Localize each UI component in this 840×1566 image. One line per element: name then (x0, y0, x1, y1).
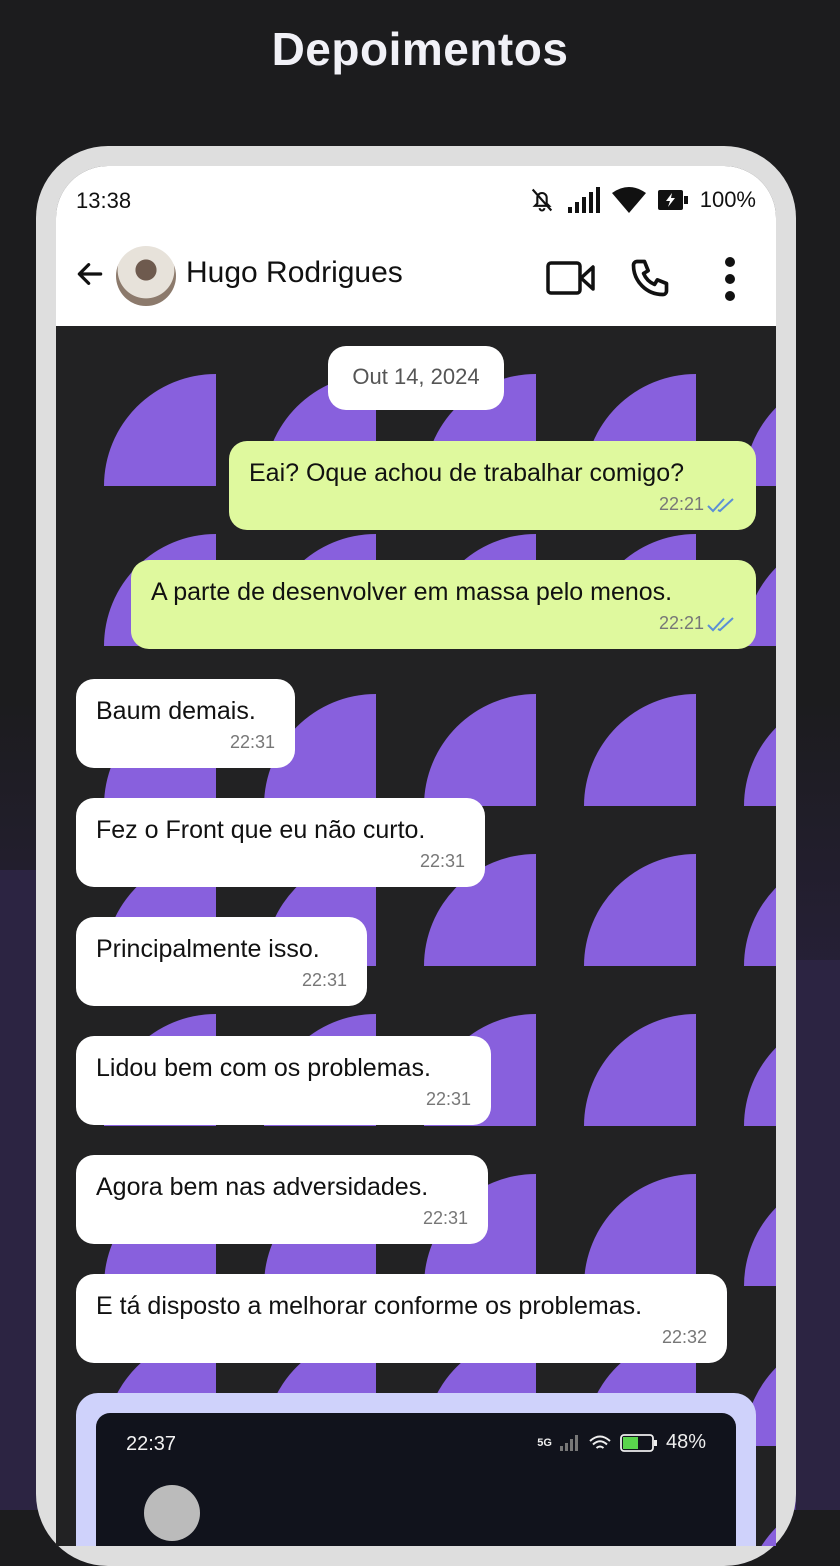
message-text: Agora bem nas adversidades. (96, 1173, 429, 1201)
wallpaper-tile (744, 854, 776, 966)
background-shape (0, 870, 40, 1510)
message-meta: 22:31 (96, 851, 465, 872)
message-time: 22:21 (658, 613, 704, 633)
phone-icon[interactable] (628, 256, 672, 300)
battery-percent: 100% (699, 187, 756, 212)
signal-icon (559, 1434, 578, 1451)
phone-screen: 13:38 100% Hugo Rodrigues Out 14, 2024 E… (56, 166, 776, 1546)
status-bar: 13:38 100% (56, 166, 776, 236)
message-incoming[interactable]: Lidou bem com os problemas. 22:31 (76, 1036, 491, 1125)
message-incoming[interactable]: Baum demais. 22:31 (76, 679, 295, 768)
message-meta: 22:32 (96, 1327, 707, 1348)
wifi-icon (611, 187, 646, 213)
message-time: 22:31 (425, 1089, 471, 1109)
message-meta: 22:31 (96, 1208, 468, 1229)
wallpaper-tile (744, 1174, 776, 1286)
video-call-icon[interactable] (546, 258, 596, 298)
message-time: 22:31 (301, 970, 347, 990)
embedded-time: 22:37 (126, 1433, 177, 1455)
image-message[interactable]: 22:37 5G 48% (76, 1393, 756, 1546)
status-icons: 100% (528, 186, 756, 214)
battery-charging-icon (620, 1433, 657, 1452)
message-time: 22:21 (658, 494, 704, 514)
wallpaper-tile (104, 374, 216, 486)
message-time: 22:31 (229, 732, 275, 752)
message-text: Principalmente isso. (96, 935, 320, 963)
message-meta: 22:21 (151, 613, 736, 634)
message-incoming[interactable]: Principalmente isso. 22:31 (76, 917, 367, 1006)
back-arrow-icon[interactable] (74, 258, 106, 290)
wifi-icon (589, 1435, 611, 1449)
chat-header: Hugo Rodrigues (56, 236, 776, 326)
message-time: 22:31 (419, 851, 465, 871)
message-text: Eai? Oque achou de trabalhar comigo? (249, 459, 685, 487)
embedded-battery: 48% (665, 1431, 706, 1453)
message-outgoing[interactable]: Eai? Oque achou de trabalhar comigo? 22:… (229, 441, 756, 530)
message-text: A parte de desenvolver em massa pelo men… (151, 578, 673, 606)
wallpaper-tile (584, 1014, 696, 1126)
date-chip: Out 14, 2024 (328, 346, 504, 410)
message-incoming[interactable]: E tá disposto a melhorar conforme os pro… (76, 1274, 727, 1363)
wallpaper-tile (744, 694, 776, 806)
wallpaper-tile (424, 694, 536, 806)
message-text: Fez o Front que eu não curto. (96, 816, 426, 844)
status-time: 13:38 (76, 188, 132, 213)
embedded-network: 5G (537, 1436, 552, 1449)
double-check-icon (707, 616, 734, 631)
message-time: 22:31 (422, 1208, 468, 1228)
contact-name[interactable]: Hugo Rodrigues (186, 256, 403, 290)
avatar[interactable] (116, 246, 176, 306)
embedded-screenshot: 22:37 5G 48% (96, 1413, 736, 1546)
signal-icon (567, 187, 600, 213)
message-text: Baum demais. (96, 697, 256, 725)
bell-off-icon (531, 188, 552, 212)
message-meta: 22:21 (249, 494, 736, 515)
message-outgoing[interactable]: A parte de desenvolver em massa pelo men… (131, 560, 756, 649)
background-shape (796, 960, 840, 1510)
wallpaper-tile (584, 694, 696, 806)
message-incoming[interactable]: Agora bem nas adversidades. 22:31 (76, 1155, 488, 1244)
message-meta: 22:31 (96, 1089, 471, 1110)
message-time: 22:32 (661, 1327, 707, 1347)
message-text: E tá disposto a melhorar conforme os pro… (96, 1292, 643, 1320)
more-vert-icon[interactable] (720, 256, 740, 302)
message-meta: 22:31 (96, 732, 275, 753)
message-incoming[interactable]: Fez o Front que eu não curto. 22:31 (76, 798, 485, 887)
page-title: Depoimentos (271, 23, 569, 75)
battery-charging-icon (657, 190, 688, 210)
wallpaper-tile (744, 1014, 776, 1126)
message-meta: 22:31 (96, 970, 347, 991)
message-text: Lidou bem com os problemas. (96, 1054, 431, 1082)
double-check-icon (707, 497, 734, 512)
embedded-status-icons: 5G 48% (537, 1431, 706, 1454)
avatar (144, 1485, 200, 1541)
wallpaper-tile (584, 854, 696, 966)
wallpaper-tile (584, 1174, 696, 1286)
